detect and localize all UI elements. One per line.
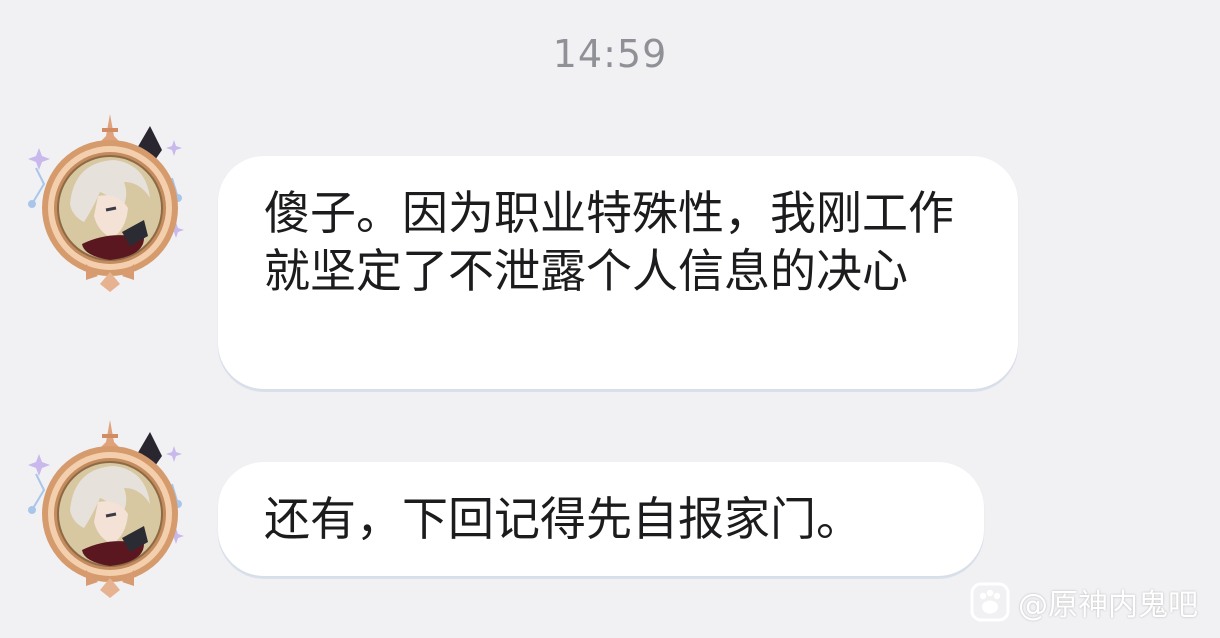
message-text: 还有，下回记得先自报家门。: [264, 492, 862, 546]
chat-timestamp: 14:59: [552, 32, 668, 76]
tieba-paw-icon: [970, 582, 1010, 622]
character-avatar-icon[interactable]: [22, 112, 192, 292]
watermark: @原神内鬼吧: [970, 580, 1198, 624]
message-text: 傻子。因为职业特殊性，我刚工作就坚定了不泄露个人信息的决心: [264, 186, 954, 298]
watermark-text: @原神内鬼吧: [1018, 588, 1198, 623]
message-bubble[interactable]: 还有，下回记得先自报家门。: [218, 462, 984, 576]
message-row: 还有，下回记得先自报家门。: [0, 418, 1220, 598]
message-bubble[interactable]: 傻子。因为职业特殊性，我刚工作就坚定了不泄露个人信息的决心: [218, 156, 1018, 389]
character-avatar-icon[interactable]: [22, 418, 192, 598]
message-row: 傻子。因为职业特殊性，我刚工作就坚定了不泄露个人信息的决心: [0, 112, 1220, 402]
